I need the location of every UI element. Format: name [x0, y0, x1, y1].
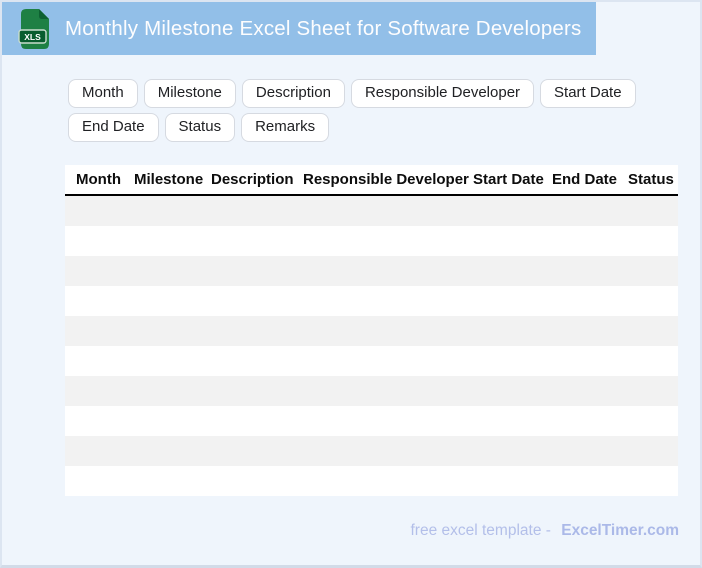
footer-caption: free excel template - [410, 522, 551, 539]
column-header-description: Description [211, 171, 294, 188]
table-row [65, 406, 678, 436]
header-bar: XLS Monthly Milestone Excel Sheet for So… [2, 2, 596, 55]
chip-status[interactable]: Status [164, 113, 236, 142]
table-row [65, 436, 678, 466]
table-row [65, 286, 678, 316]
page: XLS Monthly Milestone Excel Sheet for So… [0, 0, 702, 568]
table-row [65, 376, 678, 406]
table-row [65, 346, 678, 376]
chip-start-date[interactable]: Start Date [540, 79, 636, 108]
xls-file-icon: XLS [18, 8, 50, 50]
keyword-chips: Month Milestone Description Responsible Dev… [68, 79, 690, 142]
chip-milestone[interactable]: Milestone [143, 79, 236, 108]
chip-remarks[interactable]: Remarks [241, 113, 330, 142]
footer: free excel template - ExcelTimer.com [2, 522, 700, 540]
column-header-responsible-developer: Responsible Developer [303, 171, 469, 188]
table-body [65, 196, 678, 496]
chip-description[interactable]: Description [241, 79, 345, 108]
table-row [65, 466, 678, 496]
column-header-status: Status [628, 171, 674, 188]
column-header-month: Month [76, 171, 121, 188]
table-row [65, 256, 678, 286]
column-header-end-date: End Date [552, 171, 618, 188]
page-title: Monthly Milestone Excel Sheet for Softwa… [65, 16, 582, 40]
table-row [65, 316, 678, 346]
column-header-start-date: Start Date [473, 171, 544, 188]
milestone-table: Month Milestone Description Responsible Dev… [65, 165, 678, 496]
chip-responsible-developer[interactable]: Responsible Developer [350, 79, 535, 108]
table-row [65, 196, 678, 226]
chip-month[interactable]: Month [68, 79, 138, 108]
brand-link[interactable]: ExcelTimer.com [561, 522, 679, 539]
column-header-milestone: Milestone [134, 171, 204, 188]
chip-end-date[interactable]: End Date [68, 113, 159, 142]
svg-text:XLS: XLS [24, 32, 41, 42]
table-header-row: Month Milestone Description Responsible Dev… [65, 165, 678, 196]
table-row [65, 226, 678, 256]
